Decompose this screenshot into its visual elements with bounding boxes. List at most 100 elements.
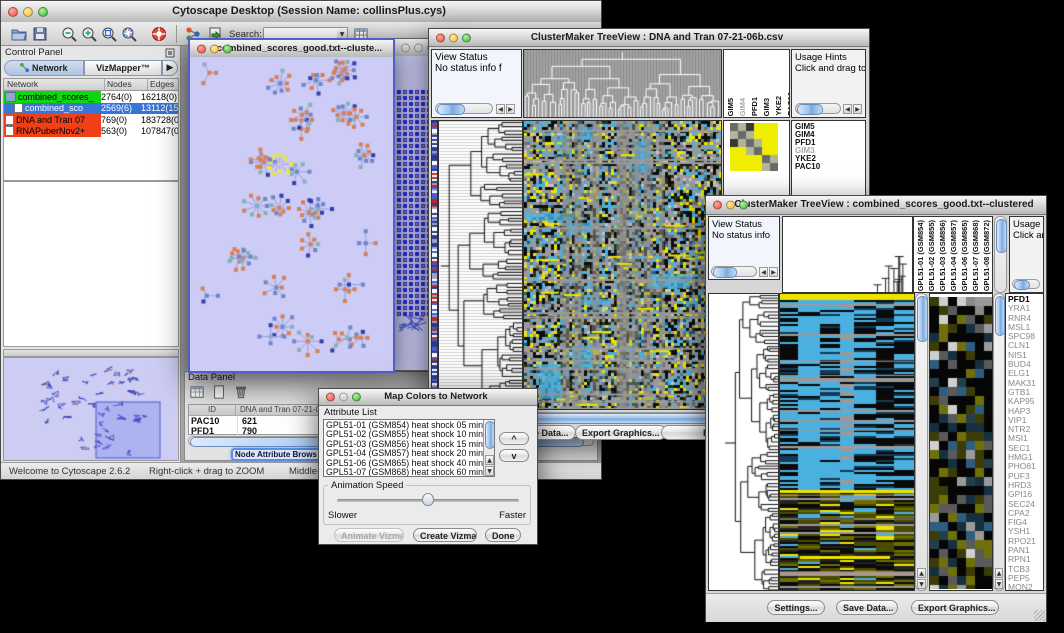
tv2-column-dendrogram[interactable] [782,216,913,293]
tv2-row-dendrogram[interactable] [708,293,779,591]
done-button[interactable]: Done [485,528,521,542]
tv2-column-label[interactable]: GPL51-07 (GSM868) [971,220,980,291]
tv2-save-data-button[interactable]: Save Data... [836,600,898,615]
birdseye-splitter[interactable] [3,349,179,357]
tv1-export-graphics-button[interactable]: Export Graphics... [575,425,667,440]
zoom-out-icon[interactable] [61,26,77,42]
tv2-gene-vscrollbar[interactable]: ▲ ▼ [993,293,1005,591]
tv1-column-labels[interactable]: GIM5GIM4PFD1GIM3YKE2PAC10 [723,49,790,118]
close-button[interactable] [197,44,206,53]
zoom-button[interactable] [462,33,471,42]
scroll-left-icon[interactable]: ◀ [843,104,852,114]
col-edges[interactable]: Edges [148,79,178,90]
dialog-title-bar[interactable]: Map Colors to Network [319,389,537,406]
tv2-heatmap[interactable] [779,293,915,591]
birdseye-view[interactable] [3,357,179,461]
tab-network[interactable]: Network [4,60,84,76]
minimize-button[interactable] [449,33,458,42]
zoom-fit-icon[interactable] [121,26,137,42]
scrollbar-thumb[interactable] [995,296,1005,336]
minimize-button[interactable] [726,201,735,210]
col-network[interactable]: Network [4,79,105,90]
tv2-column-label[interactable]: GPL51-01 (GSM854) [916,220,925,291]
tv1-heatmap[interactable] [523,120,722,410]
create-vizmap-button[interactable]: Create Vizmap [413,528,477,542]
treeview1-title-bar[interactable]: ClusterMaker TreeView : DNA and Tran 07-… [429,29,869,47]
scroll-left-icon[interactable]: ◀ [496,104,505,114]
scrollbar-thumb[interactable] [437,104,465,115]
minimize-button[interactable] [210,44,219,53]
zoom-button[interactable] [352,393,361,402]
attribute-select-icon[interactable] [190,385,204,399]
float-panel-icon[interactable] [165,48,175,58]
tv1-column-dendrogram[interactable] [523,49,722,118]
attribute-item[interactable]: GPL51-07 (GSM868) heat shock 60 min [324,468,482,477]
tv2-summary-heatmap[interactable] [929,293,993,591]
close-button[interactable] [401,43,410,52]
tv1-row-dendrogram[interactable] [438,120,523,410]
zoom-in-icon[interactable] [81,26,97,42]
scroll-right-icon[interactable]: ▶ [853,104,862,114]
treeview2-title-bar[interactable]: ClusterMaker TreeView : combined_scores_… [706,196,1046,215]
network-row[interactable]: DNA and Tran 07769(0)183728(0) [4,114,178,126]
node-attribute-browser-tab[interactable]: Node Attribute Brows [231,448,321,461]
new-attribute-icon[interactable] [212,385,226,399]
scroll-right-icon[interactable]: ▶ [506,104,515,114]
tv2-column-label[interactable]: GPL51-03 (GSM856) [938,220,947,291]
col-nodes[interactable]: Nodes [105,79,148,90]
scrollbar-thumb[interactable] [996,219,1007,253]
col-id[interactable]: ID [189,405,236,415]
tv2-gene-labels[interactable]: PFD1YRA1RNR4MSL1SPC98CLN1NIS1BUD4ELG1MAK… [1005,293,1044,591]
tv2-export-graphics-button[interactable]: Export Graphics... [911,600,999,615]
save-icon[interactable] [32,26,48,42]
network-row[interactable]: RNAPuberNov2+563(0)107847(0) [4,126,178,138]
attribute-list-vscrollbar[interactable]: ▲ ▼ [483,420,494,476]
zoom-button[interactable] [223,44,232,53]
tv2-column-label[interactable]: GPL51-04 (GSM857) [949,220,958,291]
network1-canvas-panel[interactable] [190,57,393,371]
gene-label[interactable]: MON2 [1008,583,1036,591]
network-row[interactable]: combined_sco2569(6)13112(15) [4,103,178,115]
attribute-listbox[interactable]: GPL51-01 (GSM854) heat shock 05 minGPL51… [323,419,495,477]
resize-grip[interactable] [1034,610,1045,621]
tv2-settings-button[interactable]: Settings... [767,600,825,615]
scroll-left-icon[interactable]: ◀ [759,267,768,277]
tv1-column-label[interactable]: GIM3 [762,98,771,116]
tab-vizmapper[interactable]: VizMapper™ [84,60,162,76]
zoom-button[interactable] [38,7,48,17]
tv2-column-labels[interactable]: GPL51-01 (GSM854)GPL51-02 (GSM855)GPL51-… [913,216,993,293]
speed-slider-thumb[interactable] [422,493,434,506]
tv2-column-label[interactable]: GPL51-06 (GSM865) [960,220,969,291]
tv2-status-scrollbar[interactable] [711,266,757,277]
close-button[interactable] [436,33,445,42]
network-table-header[interactable]: Network Nodes Edges [3,78,179,91]
zoom-selected-icon[interactable] [101,26,117,42]
network1-title-bar[interactable]: combined_scores_good.txt--cluste... [190,40,393,58]
zoom-button[interactable] [739,201,748,210]
open-icon[interactable] [11,26,27,42]
minimize-button[interactable] [414,43,423,52]
animate-vizmap-button[interactable]: Animate Vizmap [334,528,404,542]
tv1-row-label[interactable]: PAC10 [795,163,820,171]
help-icon[interactable] [151,26,167,42]
tv2-heatmap-vscrollbar[interactable]: ▲ ▼ [915,293,928,591]
scrollbar-thumb[interactable] [713,267,737,278]
scrollbar-thumb[interactable] [1014,280,1030,290]
tv2-column-label[interactable]: GPL51-02 (GSM855) [927,220,936,291]
tv1-hints-scrollbar[interactable] [795,103,841,114]
tv1-column-label[interactable]: GIM4 [738,98,747,116]
close-button[interactable] [326,393,335,402]
scrollbar-thumb[interactable] [485,421,495,449]
delete-attribute-icon[interactable] [234,384,248,399]
scrollbar-thumb[interactable] [797,104,823,115]
tv1-column-label[interactable]: GIM5 [726,98,735,116]
tab-overflow-button[interactable]: ▶ [162,60,178,76]
scrollbar-thumb[interactable] [917,296,928,342]
network-row[interactable]: combined_scores_2764(0)16218(0) [4,91,178,103]
tv1-column-label[interactable]: YKE2 [774,96,783,116]
close-button[interactable] [713,201,722,210]
tv1-global-strip[interactable] [431,120,438,410]
minimize-button[interactable] [23,7,33,17]
tv2-hints-scrollbar[interactable] [1012,279,1040,289]
move-down-button[interactable]: v [499,449,529,462]
